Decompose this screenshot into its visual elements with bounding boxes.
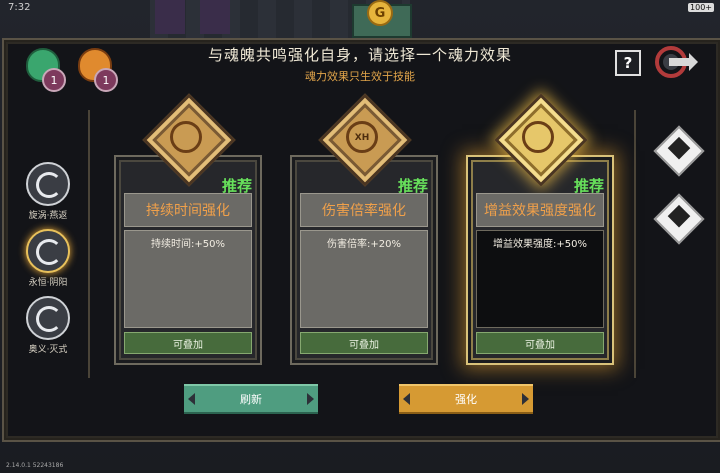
banner-decoration xyxy=(200,0,230,34)
card-description-box: 增益效果强度:+50% xyxy=(476,230,604,328)
skill-label: 奥义·灭式 xyxy=(28,345,68,355)
side-rune-slot[interactable] xyxy=(653,125,705,177)
exit-button[interactable] xyxy=(655,44,699,80)
version-text: 2.14.0.1 52243186 xyxy=(6,462,64,469)
skill-annihilation[interactable]: 奥义·灭式 xyxy=(20,296,76,355)
enhance-button[interactable]: 强化 xyxy=(399,384,533,414)
left-arrow-icon xyxy=(188,393,195,405)
orange-soul-gem-icon: 1 xyxy=(76,46,118,92)
emblem-text: XH xyxy=(354,133,370,143)
enhance-label: 强化 xyxy=(455,393,477,406)
duration-rune-icon xyxy=(170,121,202,153)
green-soul-gem-icon: 1 xyxy=(24,46,66,92)
skill-label: 永恒·阴阳 xyxy=(28,278,68,288)
whirlpool-skill-icon xyxy=(26,162,70,206)
refresh-button[interactable]: 刷新 xyxy=(184,384,318,414)
right-arrow-icon xyxy=(307,393,314,405)
battery-icon: 100+ xyxy=(688,3,714,12)
left-divider xyxy=(88,110,90,378)
annihilation-skill-icon xyxy=(26,296,70,340)
left-arrow-icon xyxy=(403,393,410,405)
right-divider xyxy=(634,110,636,378)
page-title: 与魂魄共鸣强化自身，请选择一个魂力效果 xyxy=(207,46,512,64)
skill-label: 旋涡·燕返 xyxy=(28,211,68,221)
card-description-box: 持续时间:+50% xyxy=(124,230,252,328)
card-description-box: 伤害倍率:+20% xyxy=(300,230,428,328)
gem-count-badge: 1 xyxy=(42,68,66,92)
card-description: 持续时间:+50% xyxy=(151,239,225,250)
yinyang-skill-icon xyxy=(26,229,70,273)
card-title: 增益效果强度强化 xyxy=(476,193,604,227)
help-button[interactable]: ? xyxy=(615,50,641,76)
gold-coin-icon: G xyxy=(367,0,393,26)
skill-yinyang[interactable]: 永恒·阴阳 xyxy=(20,229,76,288)
side-rune-slot[interactable] xyxy=(653,193,705,245)
stackable-tag: 可叠加 xyxy=(124,332,252,354)
refresh-label: 刷新 xyxy=(240,393,262,406)
rune-diamond-icon xyxy=(653,193,705,245)
banner-decoration xyxy=(155,0,185,34)
buff-rune-icon xyxy=(522,121,554,153)
page-subtitle: 魂力效果只生效于技能 xyxy=(305,70,415,83)
card-description: 增益效果强度:+50% xyxy=(493,239,587,250)
stackable-tag: 可叠加 xyxy=(476,332,604,354)
right-arrow-icon xyxy=(522,393,529,405)
card-title: 持续时间强化 xyxy=(124,193,252,227)
exit-arrow-icon xyxy=(655,46,698,78)
skill-whirlpool[interactable]: 旋涡·燕返 xyxy=(20,162,76,221)
card-title: 伤害倍率强化 xyxy=(300,193,428,227)
effect-card-buff[interactable]: 推荐 增益效果强度强化 增益效果强度:+50% 可叠加 xyxy=(466,93,614,365)
card-description: 伤害倍率:+20% xyxy=(327,239,401,250)
rune-diamond-icon xyxy=(653,125,705,177)
status-time: 7:32 xyxy=(8,2,31,13)
effect-card-duration[interactable]: 推荐 持续时间强化 持续时间:+50% 可叠加 xyxy=(114,93,262,365)
stackable-tag: 可叠加 xyxy=(300,332,428,354)
gem-count-badge: 1 xyxy=(94,68,118,92)
effect-card-damage[interactable]: XH 推荐 伤害倍率强化 伤害倍率:+20% 可叠加 xyxy=(290,93,438,365)
